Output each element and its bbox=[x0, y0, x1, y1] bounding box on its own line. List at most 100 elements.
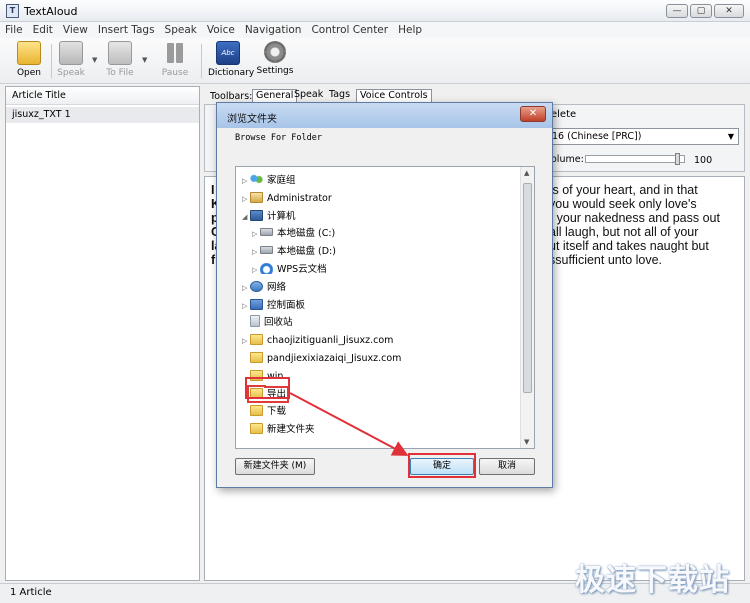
expand-icon[interactable]: ▷ bbox=[242, 298, 250, 314]
delete-button[interactable]: elete bbox=[551, 109, 576, 120]
scrollbar-thumb[interactable] bbox=[523, 183, 532, 393]
pause-button[interactable]: Pause bbox=[155, 41, 195, 78]
expand-icon[interactable]: ▷ bbox=[242, 191, 250, 207]
window-title: TextAloud bbox=[24, 5, 78, 18]
cpanel-icon bbox=[250, 298, 263, 310]
menu-help[interactable]: Help bbox=[393, 22, 427, 38]
tree-node-content[interactable]: 下载 bbox=[250, 405, 287, 418]
menu-navigation[interactable]: Navigation bbox=[240, 22, 307, 38]
tree-node-content[interactable]: 计算机 bbox=[250, 209, 296, 222]
menu-file[interactable]: File bbox=[0, 22, 28, 38]
expand-icon[interactable]: ▷ bbox=[252, 244, 260, 260]
cancel-button[interactable]: 取消 bbox=[479, 458, 535, 475]
tree-node[interactable]: ◢ 计算机 bbox=[242, 209, 296, 225]
tree-node[interactable]: ▷ 本地磁盘 (D:) bbox=[252, 244, 336, 260]
tree-node-content[interactable]: 控制面板 bbox=[250, 298, 305, 311]
tree-node-label: pandjiexixiazaiqi_Jisuxz.com bbox=[267, 353, 402, 364]
settings-button[interactable]: Settings bbox=[255, 41, 295, 76]
volume-slider-handle[interactable] bbox=[675, 153, 680, 165]
text-line: all laugh, but not all of your bbox=[549, 225, 699, 239]
voice-select[interactable]: 16 (Chinese [PRC]) ▼ bbox=[549, 128, 739, 145]
folder-icon bbox=[250, 423, 263, 435]
tree-node[interactable]: ▷ WPS云文档 bbox=[252, 262, 327, 278]
tree-node-content[interactable]: 本地磁盘 (C:) bbox=[260, 228, 335, 239]
new-folder-button[interactable]: 新建文件夹 (M) bbox=[235, 458, 315, 475]
expand-icon[interactable]: ▷ bbox=[252, 226, 260, 242]
tree-node-label: 网络 bbox=[267, 281, 287, 293]
maximize-button[interactable]: ▢ bbox=[690, 4, 712, 18]
expand-icon[interactable]: ▷ bbox=[242, 173, 250, 189]
text-line: ut itself and takes naught but bbox=[549, 239, 709, 253]
tree-node[interactable]: 新建文件夹 bbox=[242, 422, 315, 438]
dictionary-button[interactable]: Abc Dictionary bbox=[208, 41, 255, 78]
folder-icon bbox=[250, 334, 263, 346]
to-file-label: To File bbox=[106, 68, 134, 78]
tree-node-content[interactable]: WPS云文档 bbox=[260, 263, 327, 275]
tree-node[interactable]: ▷ Administrator bbox=[242, 191, 332, 207]
tree-node-label: WPS云文档 bbox=[277, 264, 327, 275]
computer-icon bbox=[250, 209, 263, 221]
scroll-up-icon[interactable]: ▲ bbox=[524, 169, 529, 177]
toolbars-label: Toolbars: bbox=[210, 91, 253, 102]
disk-icon bbox=[260, 246, 273, 255]
tree-node-content[interactable]: pandjiexixiazaiqi_Jisuxz.com bbox=[250, 352, 402, 364]
expand-icon[interactable]: ◢ bbox=[242, 209, 250, 225]
open-folder-icon bbox=[17, 41, 41, 65]
dictionary-label: Dictionary bbox=[208, 68, 255, 78]
close-button[interactable]: ✕ bbox=[714, 4, 744, 18]
speak-button[interactable]: Speak bbox=[51, 41, 91, 78]
menu-control-center[interactable]: Control Center bbox=[306, 22, 393, 38]
article-title-column-header[interactable]: Article Title bbox=[6, 87, 199, 105]
expand-icon[interactable]: ▷ bbox=[252, 262, 260, 278]
menu-voice[interactable]: Voice bbox=[202, 22, 240, 38]
tree-scrollbar[interactable]: ▲ ▼ bbox=[520, 167, 534, 448]
to-file-button[interactable]: To File bbox=[100, 41, 140, 78]
tree-node-content[interactable]: 家庭组 bbox=[250, 174, 296, 186]
scroll-down-icon[interactable]: ▼ bbox=[524, 438, 529, 446]
tree-node[interactable]: ▷ 家庭组 bbox=[242, 173, 296, 189]
expand-icon[interactable]: ▷ bbox=[242, 333, 250, 349]
tree-node-content[interactable]: Administrator bbox=[250, 191, 332, 204]
dialog-close-button[interactable]: ✕ bbox=[520, 106, 546, 122]
to-file-dropdown-icon[interactable]: ▼ bbox=[142, 56, 147, 64]
menu-insert-tags[interactable]: Insert Tags bbox=[93, 22, 160, 38]
tree-node-content[interactable]: 网络 bbox=[250, 280, 287, 293]
pause-label: Pause bbox=[161, 68, 189, 78]
network-icon bbox=[250, 280, 263, 292]
menu-view[interactable]: View bbox=[58, 22, 93, 38]
menu-edit[interactable]: Edit bbox=[28, 22, 58, 38]
menu-speak[interactable]: Speak bbox=[160, 22, 202, 38]
tree-node-content[interactable]: chaojizitiguanli_Jisuxz.com bbox=[250, 334, 394, 347]
tree-node[interactable]: pandjiexixiazaiqi_Jisuxz.com bbox=[242, 351, 401, 367]
list-item[interactable]: jisuxz_TXT 1 bbox=[6, 107, 199, 123]
tree-node[interactable]: ▷ 控制面板 bbox=[242, 298, 305, 314]
volume-slider[interactable] bbox=[585, 153, 685, 165]
recycle-icon bbox=[250, 315, 260, 328]
tree-node-label: 下载 bbox=[267, 406, 287, 418]
tab-voice-controls[interactable]: Voice Controls bbox=[356, 89, 432, 103]
tree-node-content[interactable]: 回收站 bbox=[250, 315, 293, 328]
open-label: Open bbox=[16, 68, 42, 78]
expand-icon[interactable]: ▷ bbox=[242, 280, 250, 296]
highlight-box-ok bbox=[408, 453, 476, 478]
tree-node-label: chaojizitiguanli_Jisuxz.com bbox=[267, 335, 394, 347]
tree-node[interactable]: 下载 bbox=[242, 404, 286, 420]
tab-tags[interactable]: Tags bbox=[326, 89, 353, 103]
tree-node[interactable]: 回收站 bbox=[242, 315, 293, 331]
folder-tree[interactable]: ▷ 家庭组 ▷ Administrator ◢ 计算机 ▷ 本地磁盘 (C:) ▷ 本地磁盘 (D… bbox=[235, 166, 535, 449]
title-bar: T TextAloud — ▢ ✕ bbox=[0, 0, 750, 22]
speak-dropdown-icon[interactable]: ▼ bbox=[92, 56, 97, 64]
pause-icon bbox=[163, 41, 187, 65]
tree-node[interactable]: ▷ 本地磁盘 (C:) bbox=[252, 226, 335, 242]
tree-node-content[interactable]: 本地磁盘 (D:) bbox=[260, 246, 336, 257]
tree-node[interactable]: ▷ chaojizitiguanli_Jisuxz.com bbox=[242, 333, 393, 349]
open-button[interactable]: Open bbox=[9, 41, 49, 78]
article-count: 1 Article bbox=[10, 587, 52, 598]
toolbar-separator bbox=[201, 44, 202, 78]
text-line: ts of your heart, and in that bbox=[549, 183, 698, 197]
tree-node[interactable]: ▷ 网络 bbox=[242, 280, 286, 296]
dialog-description: Browse For Folder bbox=[235, 133, 322, 143]
tree-node-content[interactable]: 新建文件夹 bbox=[250, 423, 315, 435]
tab-speak[interactable]: Speak bbox=[291, 89, 326, 103]
minimize-button[interactable]: — bbox=[666, 4, 688, 18]
